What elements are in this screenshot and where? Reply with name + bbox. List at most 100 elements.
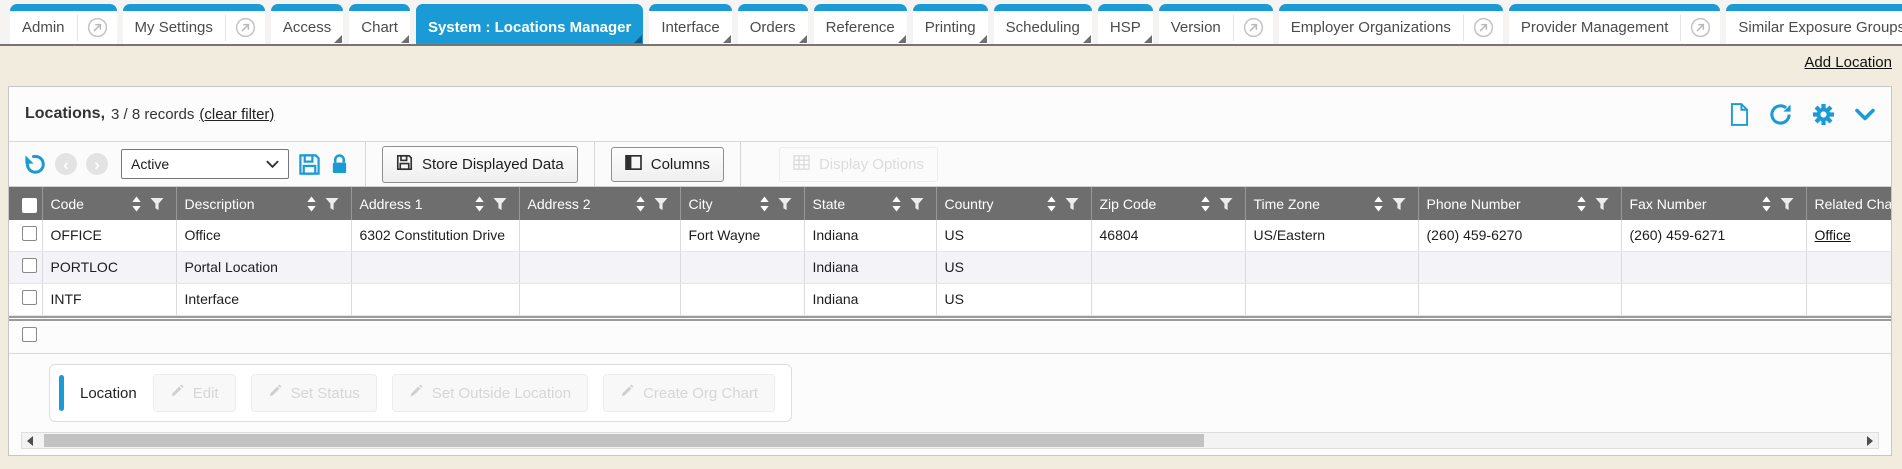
filter-icon[interactable] (150, 197, 164, 211)
panel-title: Locations, (25, 105, 105, 123)
cell-zip: 46804 (1091, 220, 1245, 252)
set-outside-location-button[interactable]: Set Outside Location (392, 374, 588, 412)
filter-icon[interactable] (910, 197, 924, 211)
sort-icon[interactable] (1046, 196, 1057, 212)
filter-icon[interactable] (654, 197, 668, 211)
clear-filter-link[interactable]: (clear filter) (199, 106, 274, 123)
external-link-icon[interactable] (225, 15, 265, 41)
scrollbar-thumb[interactable] (44, 434, 1204, 447)
lock-icon[interactable] (330, 153, 349, 176)
display-options-button[interactable]: Display Options (779, 147, 938, 182)
cell-state: Indiana (804, 252, 936, 284)
tab-hsp[interactable]: HSP (1098, 4, 1153, 44)
cell-address1: 6302 Constitution Drive (351, 220, 519, 252)
column-header-code[interactable]: Code (42, 187, 176, 220)
column-header-address-2[interactable]: Address 2 (519, 187, 680, 220)
tab-admin[interactable]: Admin (10, 4, 117, 44)
column-label: Country (945, 196, 994, 212)
tab-access[interactable]: Access (271, 4, 343, 44)
nav-forward-icon[interactable]: › (86, 153, 108, 175)
row-checkbox[interactable] (22, 258, 37, 273)
action-button-label: Create Org Chart (643, 385, 758, 402)
tab-chart[interactable]: Chart (349, 4, 410, 44)
nav-back-icon[interactable]: ‹ (55, 153, 77, 175)
external-link-icon[interactable] (77, 15, 117, 41)
status-filter-select[interactable]: Active (121, 149, 289, 179)
horizontal-scrollbar[interactable] (21, 432, 1879, 449)
cell-address2 (519, 220, 680, 252)
undo-icon[interactable] (21, 152, 46, 177)
refresh-icon[interactable] (1769, 103, 1792, 126)
external-link-icon[interactable] (1233, 15, 1273, 41)
external-link-icon[interactable] (1680, 15, 1720, 41)
tab-my-settings[interactable]: My Settings (123, 4, 265, 44)
action-button-label: Set Status (291, 385, 360, 402)
tab-system-locations-manager[interactable]: System : Locations Manager (416, 4, 643, 44)
edit-button[interactable]: Edit (153, 374, 236, 412)
row-checkbox[interactable] (22, 226, 37, 241)
display-options-icon (793, 155, 810, 174)
sort-icon[interactable] (1200, 196, 1211, 212)
column-label: Address 1 (360, 196, 423, 212)
collapse-chevron-icon[interactable] (1855, 108, 1875, 121)
tab-printing[interactable]: Printing (913, 4, 988, 44)
filter-icon[interactable] (1595, 197, 1609, 211)
column-header-related-cha[interactable]: Related Cha (1806, 187, 1891, 220)
select-all-checkbox[interactable] (22, 198, 37, 213)
sort-icon[interactable] (891, 196, 902, 212)
sort-icon[interactable] (474, 196, 485, 212)
filter-icon[interactable] (1065, 197, 1079, 211)
action-area: Location EditSet StatusSet Outside Locat… (9, 354, 1891, 422)
filter-icon[interactable] (1780, 197, 1794, 211)
column-header-description[interactable]: Description (176, 187, 351, 220)
columns-button[interactable]: Columns (611, 147, 724, 182)
sort-icon[interactable] (1373, 196, 1384, 212)
column-header-phone-number[interactable]: Phone Number (1418, 187, 1621, 220)
sort-icon[interactable] (1761, 196, 1772, 212)
submenu-corner-icon (401, 35, 409, 43)
tab-reference[interactable]: Reference (814, 4, 907, 44)
column-header-country[interactable]: Country (936, 187, 1091, 220)
scroll-right-arrow[interactable] (1867, 436, 1873, 446)
tab-provider-management[interactable]: Provider Management (1509, 4, 1721, 44)
tab-interface[interactable]: Interface (649, 4, 731, 44)
sort-icon[interactable] (635, 196, 646, 212)
external-link-icon[interactable] (1463, 15, 1503, 41)
tab-similar-exposure-groups-segs[interactable]: Similar Exposure Groups (SEGs) (1726, 4, 1902, 44)
column-header-city[interactable]: City (680, 187, 804, 220)
footer-checkbox[interactable] (22, 327, 37, 342)
pencil-icon (620, 384, 634, 402)
new-document-icon[interactable] (1730, 103, 1749, 126)
row-checkbox[interactable] (22, 290, 37, 305)
sort-icon[interactable] (1576, 196, 1587, 212)
save-view-icon[interactable] (298, 153, 321, 176)
tab-scheduling[interactable]: Scheduling (994, 4, 1092, 44)
tab-employer-organizations[interactable]: Employer Organizations (1279, 4, 1503, 44)
column-header-time-zone[interactable]: Time Zone (1245, 187, 1418, 220)
column-header-fax-number[interactable]: Fax Number (1621, 187, 1806, 220)
gear-icon[interactable] (1812, 103, 1835, 126)
store-displayed-data-label: Store Displayed Data (422, 156, 564, 173)
column-header-zip-code[interactable]: Zip Code (1091, 187, 1245, 220)
sort-icon[interactable] (306, 196, 317, 212)
column-label: Description (185, 196, 255, 212)
set-status-button[interactable]: Set Status (251, 374, 377, 412)
filter-icon[interactable] (778, 197, 792, 211)
cell-code: PORTLOC (42, 252, 176, 284)
filter-icon[interactable] (493, 197, 507, 211)
sort-icon[interactable] (759, 196, 770, 212)
table-row: INTFInterfaceIndianaUS (9, 284, 1891, 316)
create-org-chart-button[interactable]: Create Org Chart (603, 374, 775, 412)
filter-icon[interactable] (325, 197, 339, 211)
store-displayed-data-button[interactable]: Store Displayed Data (382, 146, 578, 183)
filter-icon[interactable] (1219, 197, 1233, 211)
scroll-left-arrow[interactable] (27, 436, 33, 446)
tab-version[interactable]: Version (1159, 4, 1273, 44)
related-chart-link[interactable]: Office (1815, 227, 1851, 243)
column-header-state[interactable]: State (804, 187, 936, 220)
filter-icon[interactable] (1392, 197, 1406, 211)
tab-orders[interactable]: Orders (738, 4, 808, 44)
column-header-address-1[interactable]: Address 1 (351, 187, 519, 220)
sort-icon[interactable] (131, 196, 142, 212)
add-location-link[interactable]: Add Location (1804, 54, 1892, 71)
